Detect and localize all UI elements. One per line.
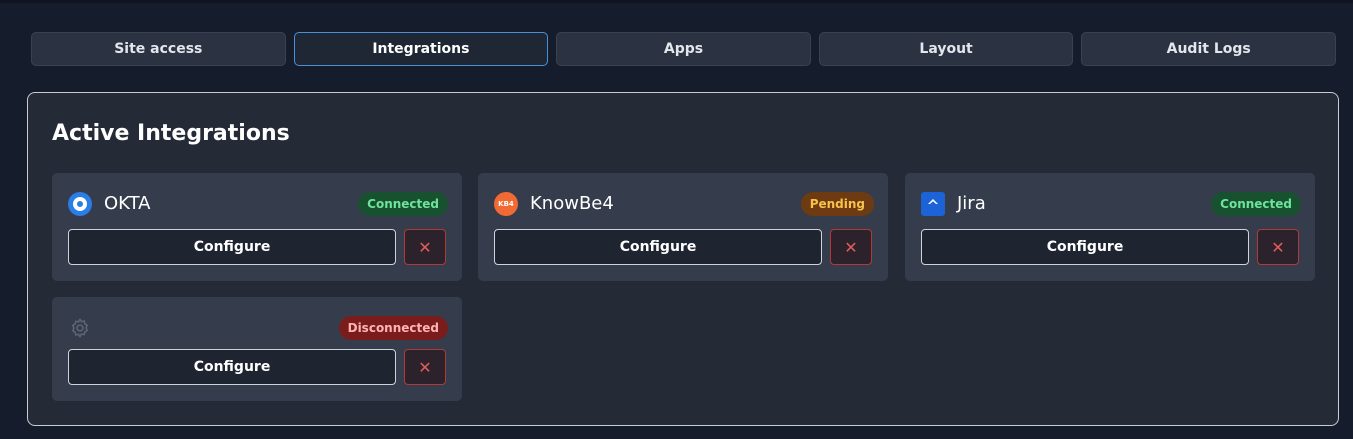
- status-badge: Pending: [800, 192, 874, 216]
- tab-integrations[interactable]: Integrations: [293, 32, 549, 66]
- remove-button[interactable]: ✕: [404, 349, 446, 385]
- okta-logo-icon: [68, 192, 92, 216]
- card-header: KB4 KnowBe4 Pending: [494, 191, 874, 217]
- settings-tabs: Site access Integrations Apps Layout Aud…: [31, 32, 1336, 66]
- panel-title: Active Integrations: [52, 121, 290, 146]
- integration-card-jira: Jira Connected Configure ✕: [905, 173, 1315, 281]
- knowbe4-logo-icon: KB4: [494, 192, 518, 216]
- remove-button[interactable]: ✕: [830, 229, 872, 265]
- integration-name: OKTA: [104, 193, 151, 214]
- status-badge: Disconnected: [338, 316, 448, 340]
- remove-button[interactable]: ✕: [1257, 229, 1299, 265]
- integration-name: KnowBe4: [530, 193, 614, 214]
- close-icon: ✕: [1271, 237, 1285, 257]
- status-badge: Connected: [358, 192, 448, 216]
- tab-apps[interactable]: Apps: [556, 32, 811, 66]
- close-icon: ✕: [418, 357, 432, 377]
- close-icon: ✕: [418, 237, 432, 257]
- tab-audit-logs[interactable]: Audit Logs: [1081, 32, 1336, 66]
- configure-button[interactable]: Configure: [494, 229, 822, 265]
- gear-icon: [68, 316, 92, 340]
- integration-card-okta: OKTA Connected Configure ✕: [52, 173, 462, 281]
- tab-site-access[interactable]: Site access: [31, 32, 286, 66]
- integration-name: Jira: [957, 193, 986, 214]
- configure-button[interactable]: Configure: [921, 229, 1249, 265]
- integration-card-knowbe4: KB4 KnowBe4 Pending Configure ✕: [478, 173, 888, 281]
- remove-button[interactable]: ✕: [404, 229, 446, 265]
- card-header: Disconnected: [68, 315, 448, 341]
- tab-layout[interactable]: Layout: [818, 32, 1074, 66]
- active-integrations-panel: Active Integrations OKTA Connected Confi…: [27, 92, 1339, 426]
- status-badge: Connected: [1211, 192, 1301, 216]
- close-icon: ✕: [844, 237, 858, 257]
- integration-card-unnamed: Disconnected Configure ✕: [52, 297, 462, 401]
- card-header: Jira Connected: [921, 191, 1301, 217]
- configure-button[interactable]: Configure: [68, 229, 396, 265]
- card-header: OKTA Connected: [68, 191, 448, 217]
- jira-logo-icon: [921, 192, 945, 216]
- top-border: [0, 0, 1353, 3]
- configure-button[interactable]: Configure: [68, 349, 396, 385]
